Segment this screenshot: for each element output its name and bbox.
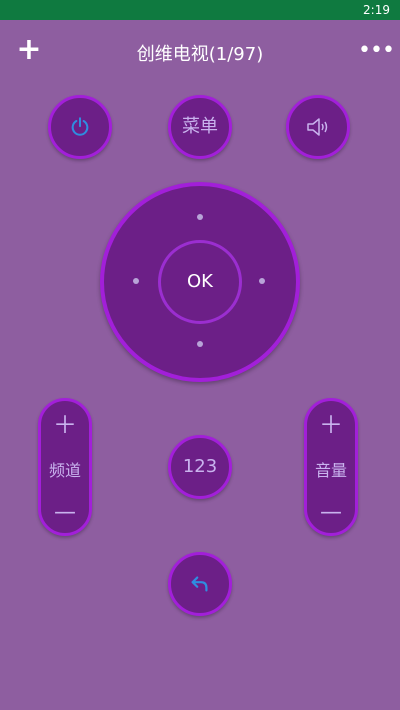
menu-button[interactable]: 菜单 [168,95,232,159]
add-device-button[interactable]: + [14,32,44,68]
dpad-left-button[interactable] [133,278,139,284]
plus-icon: + [16,32,42,67]
dpad-up-button[interactable] [197,214,203,220]
toolbar: + 创维电视(1/97) ••• [0,20,400,84]
back-arrow-icon [191,576,208,592]
back-button[interactable] [168,552,232,616]
ok-button-label: OK [187,271,213,292]
channel-control: ＋ 频道 — [38,398,92,536]
ok-button[interactable]: OK [158,240,242,324]
more-horizontal-icon: ••• [358,38,395,63]
status-bar: 2:19 [0,0,400,20]
menu-button-label: 菜单 [182,116,218,137]
number-pad-button[interactable]: 123 [168,435,232,499]
device-title: 创维电视(1/97) [136,44,264,65]
power-button[interactable] [48,95,112,159]
more-options-button[interactable]: ••• [358,38,395,68]
status-time: 2:19 [363,3,390,17]
dpad-down-button[interactable] [197,341,203,347]
mute-button[interactable] [286,95,350,159]
volume-label: 音量 [314,461,347,480]
channel-label: 频道 [48,461,81,480]
volume-up-button[interactable]: ＋ [307,409,355,441]
channel-down-button[interactable]: — [41,497,89,529]
number-pad-label: 123 [182,456,218,477]
channel-up-button[interactable]: ＋ [41,409,89,441]
power-icon [71,117,89,136]
dpad-right-button[interactable] [259,278,265,284]
volume-control: ＋ 音量 — [304,398,358,536]
volume-down-button[interactable]: — [307,497,355,529]
speaker-mute-icon [307,118,328,136]
